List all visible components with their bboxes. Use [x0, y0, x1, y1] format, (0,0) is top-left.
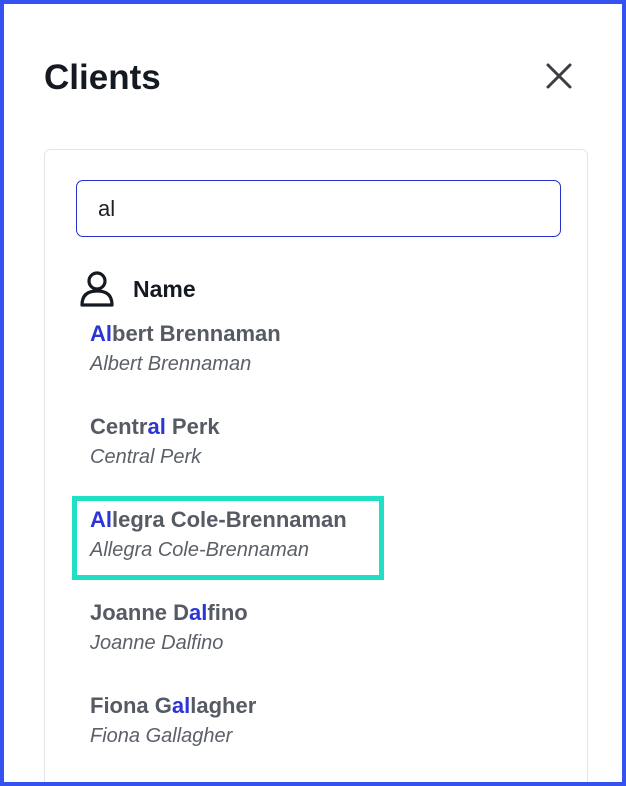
list-item[interactable]: Albert Brennaman Albert Brennaman: [90, 320, 390, 377]
client-name: Central Perk: [90, 413, 390, 441]
close-icon: [546, 63, 572, 89]
client-name-part: fino: [207, 600, 248, 625]
client-subtitle: Albert Brennaman: [90, 353, 252, 375]
search-match-highlight: Al: [90, 321, 112, 346]
client-name-part: legra Cole-Brennaman: [112, 507, 347, 532]
search-input[interactable]: [76, 180, 561, 237]
user-icon: [80, 271, 114, 307]
list-item-selected[interactable]: Allegra Cole-Brennaman Allegra Cole-Brenn…: [72, 496, 390, 580]
search-match-highlight: al: [147, 414, 166, 439]
dialog-title: Clients: [44, 58, 161, 97]
client-subtitle: Joanne Dalfino: [90, 632, 224, 654]
list-item[interactable]: Central Perk Central Perk: [90, 413, 390, 470]
client-name: Allegra Cole-Brennaman: [90, 506, 390, 534]
close-button[interactable]: [541, 58, 577, 94]
client-name-part: Fiona G: [90, 693, 172, 718]
search-match-highlight: al: [171, 693, 191, 718]
clients-panel: Name Albert BrennamanAlbert BrennamanCen…: [44, 149, 588, 782]
client-subtitle: Central Perk: [90, 446, 202, 468]
client-subtitle: Fiona Gallagher: [90, 725, 233, 747]
clients-dialog: Clients Name Albert BrennamanAlbert Bren…: [0, 0, 626, 786]
client-name: Albert Brennaman: [90, 320, 390, 348]
client-subtitle: Allegra Cole-Brennaman: [90, 539, 310, 561]
client-name-part: lagher: [190, 693, 257, 718]
list-item[interactable]: Fiona Gallagher Fiona Gallagher: [90, 692, 390, 749]
search-match-highlight: Al: [90, 507, 112, 532]
client-name-part: Joanne D: [90, 600, 190, 625]
name-column-label: Name: [133, 275, 196, 302]
client-name-part: bert Brennaman: [112, 321, 281, 346]
client-name: Fiona Gallagher: [90, 692, 390, 720]
search-match-highlight: al: [189, 600, 208, 625]
list-item[interactable]: Joanne Dalfino Joanne Dalfino: [90, 599, 390, 656]
client-name-part: Centr: [90, 414, 148, 439]
client-name: Joanne Dalfino: [90, 599, 390, 627]
client-name-part: Perk: [165, 414, 220, 439]
name-column-header: Name: [79, 270, 196, 308]
